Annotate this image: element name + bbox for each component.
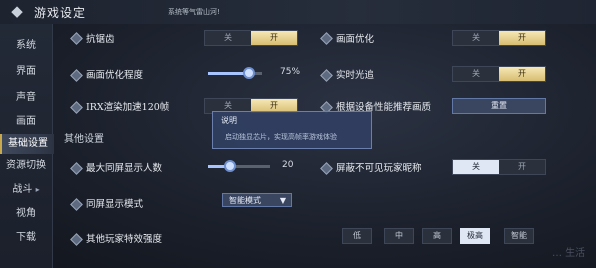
diamond-icon — [320, 69, 333, 82]
diamond-icon — [320, 32, 333, 45]
sidebar-item-interface[interactable]: 界面 — [0, 62, 52, 82]
diamond-icon — [70, 32, 83, 45]
back-icon[interactable]: ◆ — [6, 2, 28, 20]
max-players-value: 20 — [282, 160, 294, 170]
page-title: 游戏设定 — [34, 6, 87, 20]
toggle-on[interactable]: 开 — [499, 160, 545, 174]
screen-mode-value: 智能模式 — [229, 196, 261, 205]
max-players-label: 最大同屏显示人数 — [86, 163, 163, 174]
hide-names-label: 屏蔽不可见玩家昵称 — [336, 163, 422, 174]
other-settings-title: 其他设置 — [64, 134, 104, 145]
slider-knob[interactable] — [243, 67, 255, 79]
sidebar-item-camera[interactable]: 视角 — [0, 204, 52, 224]
diamond-icon — [70, 101, 83, 114]
toggle-on[interactable]: 开 — [251, 31, 297, 45]
toggle-on[interactable]: 开 — [499, 67, 545, 81]
reset-button[interactable]: 重置 — [452, 98, 546, 114]
graphics-opt-label: 画面优化 — [336, 34, 375, 45]
screen-mode-label: 同屏显示模式 — [86, 199, 144, 210]
diamond-icon — [70, 233, 83, 246]
sidebar-item-sound[interactable]: 声音 — [0, 88, 52, 108]
effects-option-smart[interactable]: 智能 — [504, 228, 534, 244]
irx-label: IRX渲染加速120帧 — [86, 102, 170, 113]
diamond-icon — [70, 162, 83, 175]
sidebar-item-system[interactable]: 系统 — [0, 36, 52, 56]
header-bar — [0, 0, 596, 24]
toggle-off[interactable]: 关 — [453, 160, 499, 174]
chevron-down-icon: ▼ — [279, 196, 286, 205]
effects-option-high[interactable]: 高 — [422, 228, 452, 244]
sidebar-item-combat[interactable]: 战斗 ▸ — [0, 180, 52, 200]
graphics-degree-slider[interactable] — [208, 67, 262, 79]
diamond-icon — [70, 198, 83, 211]
sidebar-item-basic-settings[interactable]: 基础设置 — [0, 134, 54, 154]
tooltip-title: 说明 — [221, 116, 237, 125]
slider-knob[interactable] — [224, 160, 236, 172]
realtime-light-toggle[interactable]: 关 开 — [452, 66, 546, 82]
watermark: … 生活 — [552, 248, 586, 259]
graphics-opt-toggle[interactable]: 关 开 — [452, 30, 546, 46]
notice-text: 系统等气雷山河! — [168, 8, 220, 16]
graphics-degree-value: 75% — [280, 67, 301, 77]
screen-mode-select[interactable]: 智能模式 ▼ — [222, 193, 292, 207]
toggle-off[interactable]: 关 — [205, 31, 251, 45]
sidebar: 系统 界面 声音 画面 基础设置 资源切换 战斗 ▸ 视角 下载 — [0, 24, 54, 268]
graphics-degree-label: 画面优化程度 — [86, 70, 144, 81]
effects-option-low[interactable]: 低 — [342, 228, 372, 244]
sidebar-item-download[interactable]: 下载 — [0, 228, 52, 248]
anti-aliasing-label: 抗锯齿 — [86, 34, 115, 45]
hide-names-toggle[interactable]: 关 开 — [452, 159, 546, 175]
tooltip: 说明 启动独显芯片，实现高帧率游戏体验 — [212, 111, 372, 149]
toggle-off[interactable]: 关 — [453, 67, 499, 81]
toggle-off[interactable]: 关 — [453, 31, 499, 45]
max-players-slider[interactable] — [208, 160, 270, 172]
effects-option-very-high[interactable]: 极高 — [460, 228, 490, 244]
anti-aliasing-toggle[interactable]: 关 开 — [204, 30, 298, 46]
diamond-icon — [70, 69, 83, 82]
toggle-on[interactable]: 开 — [499, 31, 545, 45]
tooltip-text: 启动独显芯片，实现高帧率游戏体验 — [225, 133, 337, 141]
effects-option-medium[interactable]: 中 — [384, 228, 414, 244]
sidebar-item-graphics[interactable]: 画面 — [0, 112, 52, 132]
realtime-light-label: 实时光追 — [336, 70, 375, 81]
sidebar-item-label: 战斗 — [12, 184, 33, 195]
diamond-icon — [320, 162, 333, 175]
chevron-right-icon: ▸ — [35, 185, 40, 194]
effects-label: 其他玩家特效强度 — [86, 234, 163, 245]
sidebar-item-resource-switch[interactable]: 资源切换 — [0, 156, 52, 176]
